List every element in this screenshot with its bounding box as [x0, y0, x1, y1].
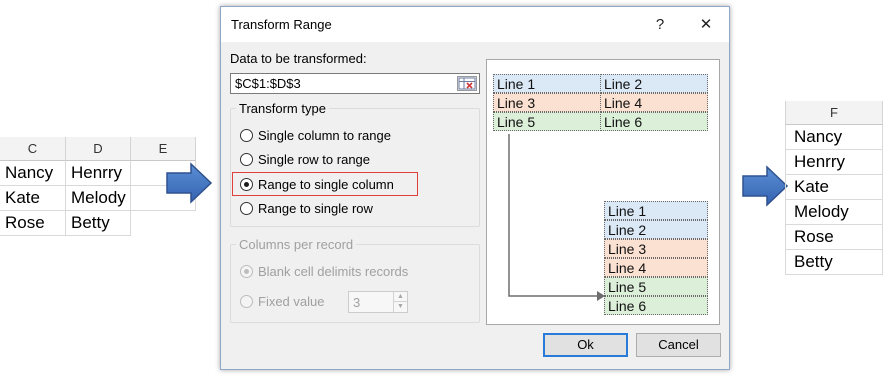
- data-to-transform-label: Data to be transformed:: [230, 51, 367, 66]
- cell-f3[interactable]: Kate: [785, 175, 883, 200]
- radio-button-disabled[interactable]: [240, 294, 253, 308]
- dialog-titlebar[interactable]: Transform Range ? ✕: [221, 7, 729, 42]
- preview-result-cell: Line 4: [604, 258, 708, 277]
- preview-result-cell: Line 3: [604, 239, 708, 258]
- right-arrow-icon: [166, 162, 213, 204]
- cell-f6[interactable]: Betty: [785, 250, 883, 275]
- range-input[interactable]: $C$1:$D$3: [230, 73, 480, 94]
- ok-button[interactable]: Ok: [543, 333, 628, 357]
- stepper-down-icon[interactable]: ▼: [393, 302, 407, 312]
- cell-c1[interactable]: Nancy: [0, 161, 66, 186]
- radio-button-selected[interactable]: [240, 177, 253, 191]
- cancel-button[interactable]: Cancel: [636, 333, 721, 357]
- radio-button[interactable]: [240, 128, 253, 142]
- fixed-value-number: 3: [353, 295, 361, 310]
- option-blank-cell-delimits[interactable]: Blank cell delimits records: [240, 261, 408, 281]
- cell-d2[interactable]: Melody: [66, 186, 131, 211]
- fixed-value-stepper[interactable]: 3 ▲ ▼: [348, 291, 408, 313]
- column-header-f[interactable]: F: [785, 101, 883, 125]
- stepper-up-icon[interactable]: ▲: [393, 292, 407, 302]
- preview-result-cell: Line 2: [604, 220, 708, 239]
- radio-button[interactable]: [240, 152, 253, 166]
- radio-button[interactable]: [240, 201, 253, 215]
- cell-f4[interactable]: Melody: [785, 200, 883, 225]
- cell-d3[interactable]: Betty: [66, 211, 131, 236]
- right-arrow-icon: [742, 165, 789, 207]
- option-range-to-single-row[interactable]: Range to single row: [240, 198, 373, 218]
- column-header-d[interactable]: D: [66, 137, 131, 161]
- close-icon[interactable]: ✕: [693, 13, 719, 37]
- columns-per-record-legend: Columns per record: [239, 237, 354, 252]
- cell-f2[interactable]: Henrry: [785, 150, 883, 175]
- range-select-icon[interactable]: [457, 76, 477, 91]
- option-single-column-to-range[interactable]: Single column to range: [240, 125, 391, 145]
- cell-c3[interactable]: Rose: [0, 211, 66, 236]
- transform-type-legend: Transform type: [239, 101, 326, 116]
- range-input-value: $C$1:$D$3: [235, 76, 301, 91]
- dialog-title: Transform Range: [231, 17, 332, 32]
- option-range-to-single-column[interactable]: Range to single column: [240, 174, 394, 194]
- cell-f5[interactable]: Rose: [785, 225, 883, 250]
- radio-button-disabled[interactable]: [240, 264, 253, 278]
- option-fixed-value[interactable]: Fixed value: [240, 291, 324, 311]
- column-header-e[interactable]: E: [131, 137, 196, 161]
- help-icon[interactable]: ?: [647, 13, 673, 37]
- column-header-c[interactable]: C: [0, 137, 66, 161]
- cell-c2[interactable]: Kate: [0, 186, 66, 211]
- preview-result-cell: Line 6: [604, 296, 708, 315]
- option-single-row-to-range[interactable]: Single row to range: [240, 149, 370, 169]
- preview-panel: Line 1 Line 2 Line 3 Line 4 Line 5 Line …: [486, 59, 720, 325]
- preview-result-cell: Line 1: [604, 201, 708, 220]
- preview-result-cell: Line 5: [604, 277, 708, 296]
- cell-f1[interactable]: Nancy: [785, 125, 883, 150]
- transform-range-dialog: Transform Range ? ✕ Data to be transform…: [220, 6, 730, 370]
- cell-d1[interactable]: Henrry: [66, 161, 131, 186]
